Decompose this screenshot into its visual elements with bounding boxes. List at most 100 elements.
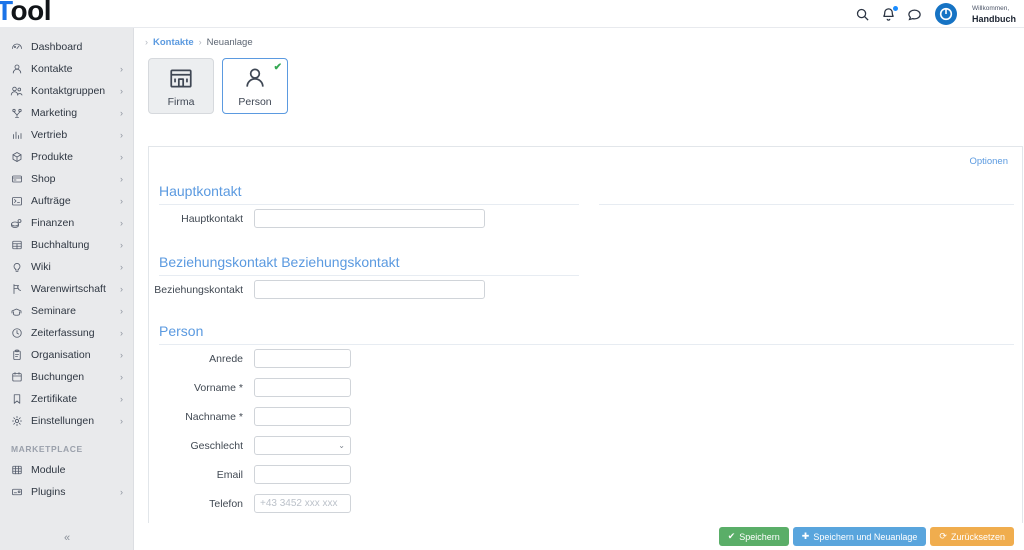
nachname-input[interactable]	[254, 407, 351, 426]
chevron-right-icon: ›	[120, 195, 123, 206]
save-and-new-button[interactable]: ✚ Speichern und Neuanlage	[792, 527, 927, 546]
sidebar-nav: Dashboard Kontakte › Kontaktgruppen › Marketi…	[0, 28, 133, 432]
reset-button[interactable]: ⟳ Zurücksetzen	[930, 527, 1014, 546]
sidebar-item-label: Zertifikate	[31, 393, 78, 405]
sidebar-item-kontakte[interactable]: Kontakte ›	[0, 58, 133, 80]
field-label: Telefon	[209, 497, 243, 510]
section-divider	[159, 275, 579, 276]
field-label: Anrede	[209, 352, 243, 365]
save-and-new-button-label: Speichern und Neuanlage	[813, 531, 918, 542]
sidebar-item-vertrieb[interactable]: Vertrieb ›	[0, 124, 133, 146]
sidebar-item-seminare[interactable]: Seminare ›	[0, 300, 133, 322]
sidebar-section-marketplace: MARKETPLACE	[11, 444, 83, 454]
sidebar-item-label: Module	[31, 464, 66, 476]
share-icon	[10, 107, 23, 120]
sidebar-item-zeiterfassung[interactable]: Zeiterfassung ›	[0, 322, 133, 344]
sidebar-item-einstellungen[interactable]: Einstellungen ›	[0, 410, 133, 432]
sidebar-item-buchungen[interactable]: Buchungen ›	[0, 366, 133, 388]
search-icon[interactable]	[855, 7, 870, 22]
sidebar-item-auftr-ge[interactable]: Aufträge ›	[0, 190, 133, 212]
field-label: Geschlecht	[190, 439, 243, 452]
sidebar-item-label: Finanzen	[31, 217, 75, 229]
anrede-input[interactable]	[254, 349, 351, 368]
chevron-right-icon: ›	[120, 415, 123, 426]
field-row: Anrede	[149, 349, 351, 368]
optionen-link[interactable]: Optionen	[969, 156, 1008, 167]
sidebar-item-buchhaltung[interactable]: Buchhaltung ›	[0, 234, 133, 256]
seminar-icon	[10, 305, 23, 318]
bell-icon[interactable]	[881, 5, 898, 22]
plugin-icon	[10, 486, 23, 499]
chevron-right-icon: ›	[120, 371, 123, 382]
sidebar-item-label: Warenwirtschaft	[31, 283, 106, 295]
action-bar: ✔ Speichern ✚ Speichern und Neuanlage ⟳ …	[134, 523, 1024, 550]
sidebar-item-produkte[interactable]: Produkte ›	[0, 146, 133, 168]
welcome-text: Willkommen, Handbuch	[972, 4, 1016, 24]
top-bar: Tool Willkommen, Handbuch	[0, 0, 1024, 28]
field-label: Nachname *	[185, 410, 243, 423]
save-button-label: Speichern	[739, 531, 780, 542]
section-divider-right	[599, 204, 1014, 205]
geschlecht-select[interactable]	[254, 436, 351, 455]
sidebar-item-label: Kontaktgruppen	[31, 85, 106, 97]
field-row: Vorname *	[149, 378, 351, 397]
sidebar-item-finanzen[interactable]: Finanzen ›	[0, 212, 133, 234]
avatar[interactable]	[935, 3, 957, 25]
section-heading-person: Person	[159, 323, 204, 339]
sidebar-item-label: Dashboard	[31, 41, 83, 53]
sidebar-collapse-button[interactable]: «	[0, 526, 133, 550]
user-icon	[10, 63, 23, 76]
sidebar-item-kontaktgruppen[interactable]: Kontaktgruppen ›	[0, 80, 133, 102]
sidebar-item-dashboard[interactable]: Dashboard	[0, 36, 133, 58]
breadcrumb: › Kontakte › Neuanlage	[134, 32, 1024, 52]
field-row: Email	[149, 465, 351, 484]
selected-check-icon: ✔	[273, 62, 282, 73]
breadcrumb-link-kontakte[interactable]: Kontakte	[153, 37, 194, 48]
chevron-right-icon: ›	[120, 327, 123, 338]
chevron-right-icon: ›	[120, 486, 123, 497]
type-card-person[interactable]: Person ✔	[222, 58, 288, 114]
sidebar-item-label: Shop	[31, 173, 56, 185]
sidebar-nav-marketplace: Module Plugins ›	[0, 459, 133, 503]
sidebar-item-label: Wiki	[31, 261, 51, 273]
hauptkontakt-input[interactable]	[254, 209, 485, 228]
select-wrapper: ⌄	[254, 436, 351, 455]
sidebar-item-wiki[interactable]: Wiki ›	[0, 256, 133, 278]
sidebar-item-warenwirtschaft[interactable]: Warenwirtschaft ›	[0, 278, 133, 300]
sidebar-item-plugins[interactable]: Plugins ›	[0, 481, 133, 503]
sidebar-item-zertifikate[interactable]: Zertifikate ›	[0, 388, 133, 410]
chat-bubble-icon[interactable]	[907, 7, 922, 22]
bar-chart-icon	[10, 129, 23, 142]
field-row: Hauptkontakt	[149, 209, 485, 228]
chevron-right-icon: ›	[120, 239, 123, 250]
refresh-icon: ⟳	[939, 531, 947, 541]
vorname-input[interactable]	[254, 378, 351, 397]
chevron-right-icon: ›	[120, 129, 123, 140]
grid-icon	[10, 464, 23, 477]
email-input[interactable]	[254, 465, 351, 484]
breadcrumb-lead: ›	[145, 37, 148, 47]
box-icon	[10, 151, 23, 164]
save-button[interactable]: ✔ Speichern	[718, 527, 789, 546]
logo-letter-t: T	[0, 0, 11, 26]
sidebar-item-label: Aufträge	[31, 195, 71, 207]
section-heading-hauptkontakt: Hauptkontakt	[159, 183, 242, 199]
telefon-input[interactable]	[254, 494, 351, 513]
sidebar-item-label: Plugins	[31, 486, 66, 498]
field-label: Email	[216, 468, 243, 481]
sidebar-item-label: Buchhaltung	[31, 239, 90, 251]
sidebar-item-organisation[interactable]: Organisation ›	[0, 344, 133, 366]
type-card-firma[interactable]: Firma	[148, 58, 214, 114]
app-logo[interactable]: Tool	[0, 0, 52, 26]
field-label: Hauptkontakt	[181, 212, 243, 225]
clipboard-icon	[10, 349, 23, 362]
coins-icon	[10, 217, 23, 230]
sidebar-item-marketing[interactable]: Marketing ›	[0, 102, 133, 124]
chevron-right-icon: ›	[120, 173, 123, 184]
sidebar-item-shop[interactable]: Shop ›	[0, 168, 133, 190]
users-icon	[10, 85, 23, 98]
sidebar: Dashboard Kontakte › Kontaktgruppen › Marketi…	[0, 28, 134, 550]
clock-icon	[10, 327, 23, 340]
sidebar-item-module[interactable]: Module	[0, 459, 133, 481]
beziehungskontakt-input[interactable]	[254, 280, 485, 299]
